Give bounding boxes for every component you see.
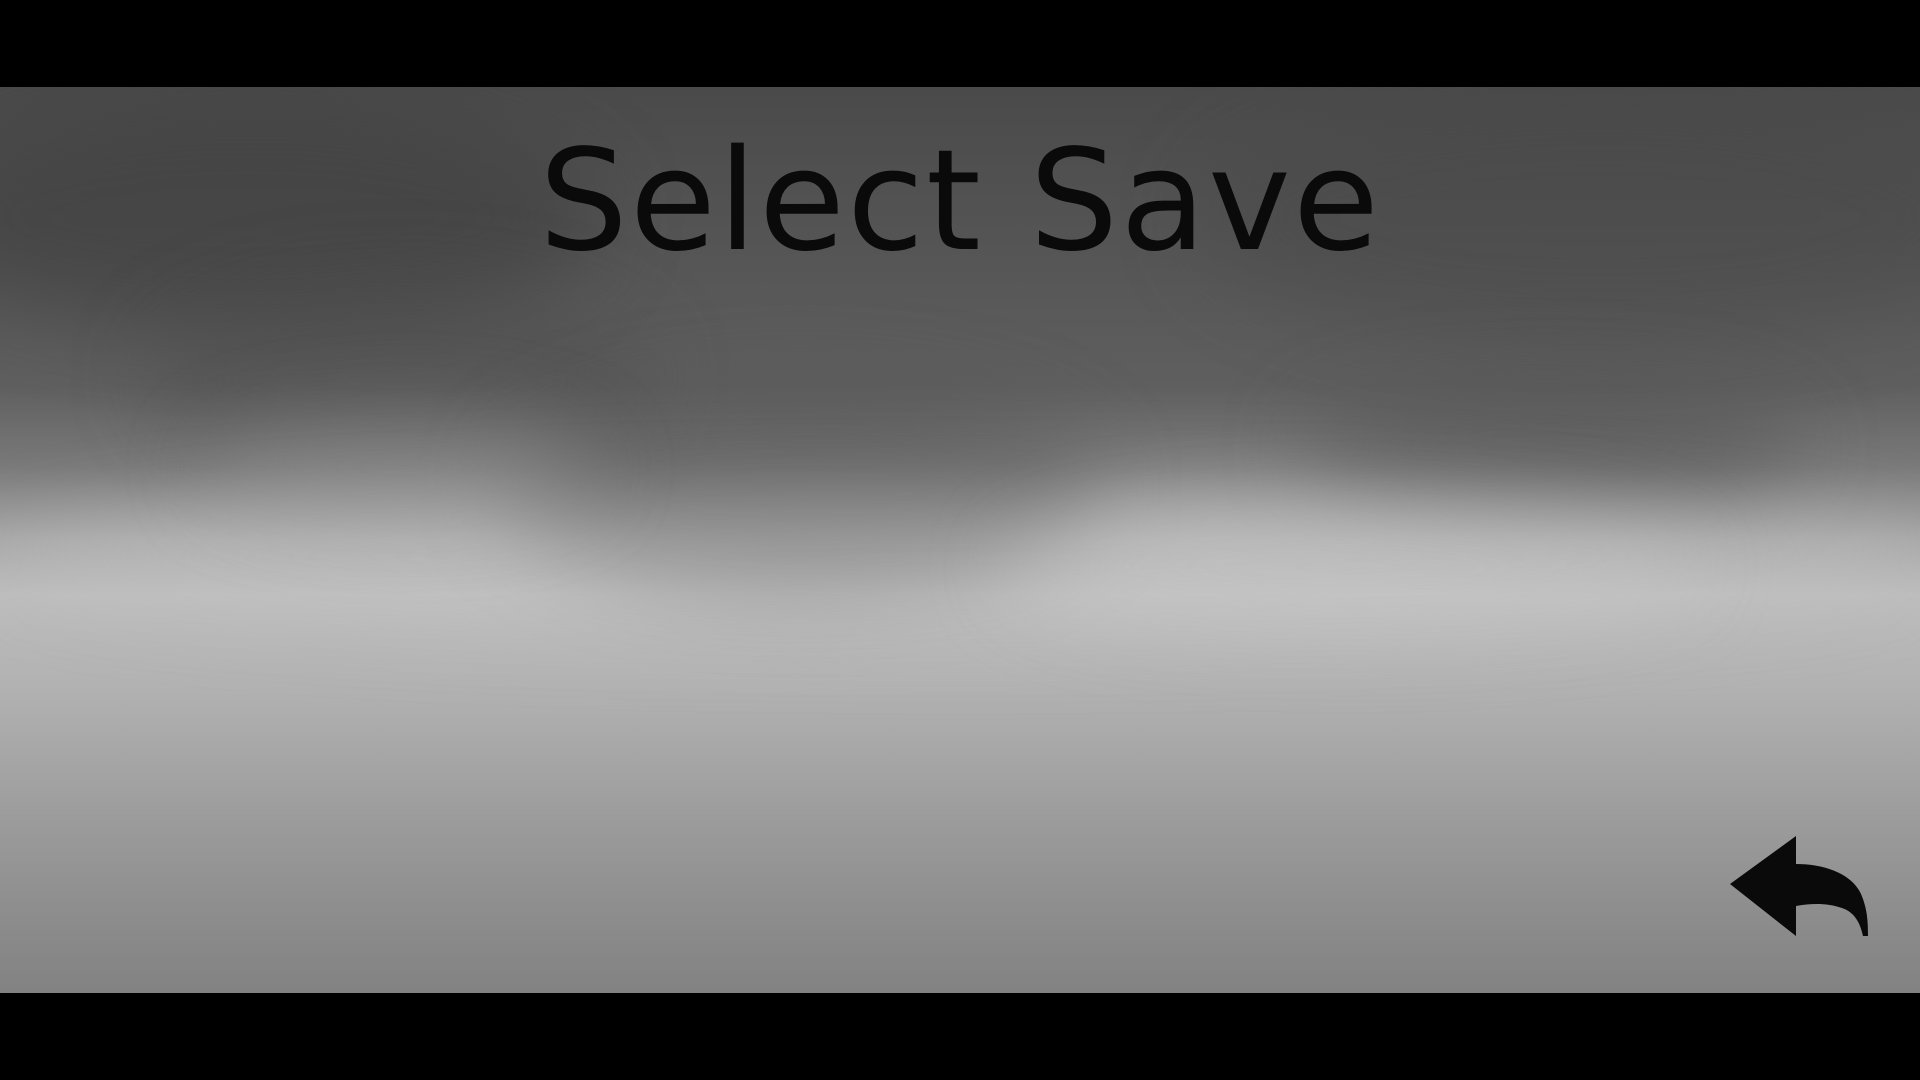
letterbox-bottom [0,993,1920,1080]
game-screen: Select Save [0,0,1920,1080]
back-arrow-icon [1730,836,1868,936]
page-title: Select Save [538,120,1382,283]
letterbox-top [0,0,1920,87]
cloud [1300,387,1800,507]
back-button[interactable] [1730,836,1870,938]
cloud [200,417,600,517]
cloud [1000,507,1700,627]
